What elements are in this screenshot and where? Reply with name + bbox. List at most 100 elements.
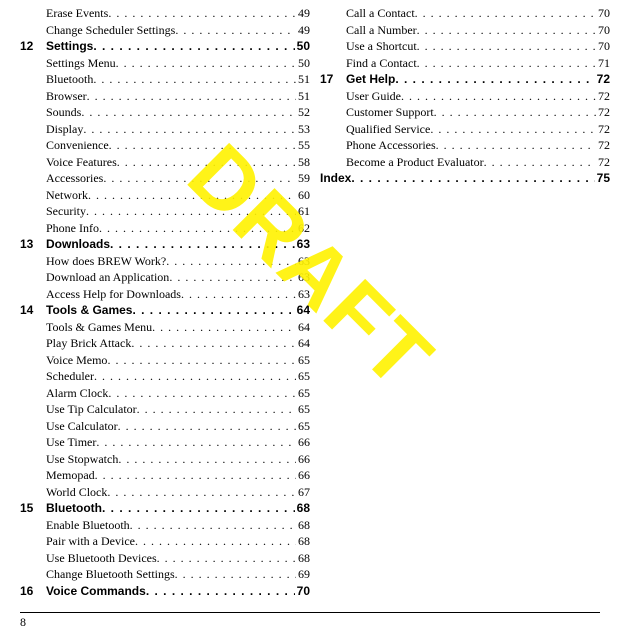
toc-sub-title: Network [46, 187, 88, 204]
toc-leader [484, 154, 596, 171]
chapter-title: Downloads [46, 236, 110, 253]
toc-sub-page: 50 [296, 55, 310, 72]
toc-sub-row: Accessories59 [20, 170, 310, 187]
toc-sub-title: Phone Accessories [346, 137, 436, 154]
toc-leader [131, 335, 296, 352]
toc-columns: Erase Events 49 Change Scheduler Settings 4… [0, 0, 620, 599]
toc-chapter-row: 17Get Help72 [320, 71, 610, 88]
toc-sub-page: 55 [296, 137, 310, 154]
toc-sub-page: 65 [296, 368, 310, 385]
toc-sub-title: Bluetooth [46, 71, 93, 88]
toc-sub-page: 69 [296, 566, 310, 583]
toc-sub-row: Browser51 [20, 88, 310, 105]
toc-sub-page: 51 [296, 71, 310, 88]
chapter-title: Settings [46, 38, 93, 55]
toc-leader [102, 500, 295, 517]
toc-sub-row: Use Calculator65 [20, 418, 310, 435]
toc-sub-page: 72 [596, 121, 610, 138]
toc-leader [96, 434, 296, 451]
toc-sub-title: Tools & Games Menu [46, 319, 152, 336]
toc-sub-row: Tools & Games Menu 64 [20, 319, 310, 336]
toc-leader [430, 121, 596, 138]
toc-sub-title: Qualified Service [346, 121, 430, 138]
toc-leader [417, 38, 596, 55]
toc-leader [417, 22, 596, 39]
toc-chapter-row: 16Voice Commands70 [20, 583, 310, 600]
toc-leader [395, 71, 594, 88]
toc-leader [99, 220, 296, 237]
index-page: 75 [595, 170, 610, 187]
toc-chapter-row: 13Downloads63 [20, 236, 310, 253]
toc-sub-page: 70 [596, 5, 610, 22]
toc-sub-row: World Clock67 [20, 484, 310, 501]
toc-sub-page: 70 [596, 22, 610, 39]
toc-sub-row: Alarm Clock65 [20, 385, 310, 402]
toc-sub-row: Convenience55 [20, 137, 310, 154]
toc-sub-page: 49 [296, 22, 310, 39]
toc-leader [94, 368, 296, 385]
toc-sub-page: 62 [296, 220, 310, 237]
toc-sub-row: Phone Accessories72 [320, 137, 610, 154]
toc-sub-row: Change Bluetooth Settings 69 [20, 566, 310, 583]
toc-sub-title: User Guide [346, 88, 401, 105]
toc-sub-row: Call a Number 70 [320, 22, 610, 39]
toc-leader [118, 418, 296, 435]
toc-leader [88, 187, 296, 204]
toc-leader [152, 319, 296, 336]
toc-leader [434, 104, 596, 121]
toc-sub-page: 64 [296, 335, 310, 352]
toc-sub-row: Display53 [20, 121, 310, 138]
toc-sub-title: Change Bluetooth Settings [46, 566, 175, 583]
toc-leader [117, 154, 296, 171]
toc-sub-title: Erase Events [46, 5, 108, 22]
toc-sub-row: Enable Bluetooth68 [20, 517, 310, 534]
toc-sub-page: 52 [296, 104, 310, 121]
toc-index-row: Index 75 [320, 170, 610, 187]
toc-sub-title: Play Brick Attack [46, 335, 131, 352]
toc-leader [118, 451, 296, 468]
toc-sub-row: Use Stopwatch 66 [20, 451, 310, 468]
toc-sub-page: 65 [296, 352, 310, 369]
toc-sub-title: Use Stopwatch [46, 451, 118, 468]
toc-sub-title: Use Timer [46, 434, 96, 451]
toc-leader [132, 302, 294, 319]
toc-sub-title: Change Scheduler Settings [46, 22, 175, 39]
index-title: Index [320, 170, 351, 187]
toc-sub-page: 53 [296, 121, 310, 138]
toc-sub-row: Settings Menu 50 [20, 55, 310, 72]
toc-sub-row: Qualified Service 72 [320, 121, 610, 138]
toc-sub-title: Customer Support [346, 104, 434, 121]
toc-sub-title: Call a Number [346, 22, 417, 39]
toc-sub-row: Pair with a Device68 [20, 533, 310, 550]
toc-sub-title: How does BREW Work? [46, 253, 166, 270]
toc-leader [166, 253, 296, 270]
toc-sub-row: Use a Shortcut70 [320, 38, 610, 55]
toc-sub-title: Use Bluetooth Devices [46, 550, 157, 567]
toc-sub-page: 64 [296, 319, 310, 336]
chapter-page: 50 [295, 38, 310, 55]
toc-sub-title: Sounds [46, 104, 81, 121]
toc-sub-page: 68 [296, 517, 310, 534]
toc-sub-title: Use Tip Calculator [46, 401, 137, 418]
toc-sub-title: Security [46, 203, 86, 220]
toc-sub-page: 61 [296, 203, 310, 220]
chapter-title: Tools & Games [46, 302, 132, 319]
toc-sub-page: 49 [296, 5, 310, 22]
toc-sub-row: Security 61 [20, 203, 310, 220]
toc-sub-title: Settings Menu [46, 55, 116, 72]
toc-leader [401, 88, 596, 105]
toc-sub-page: 63 [296, 286, 310, 303]
toc-leader [137, 401, 296, 418]
toc-sub-row: Network60 [20, 187, 310, 204]
toc-sub-page: 72 [596, 88, 610, 105]
chapter-page: 63 [295, 236, 310, 253]
toc-sub-page: 65 [296, 385, 310, 402]
toc-leader [81, 104, 296, 121]
chapter-number: 15 [20, 500, 46, 517]
chapter-title: Get Help [346, 71, 395, 88]
toc-leader [130, 517, 296, 534]
toc-sub-title: Voice Memo [46, 352, 107, 369]
toc-leader [108, 5, 296, 22]
toc-sub-title: Accessories [46, 170, 103, 187]
toc-sub-page: 66 [296, 451, 310, 468]
